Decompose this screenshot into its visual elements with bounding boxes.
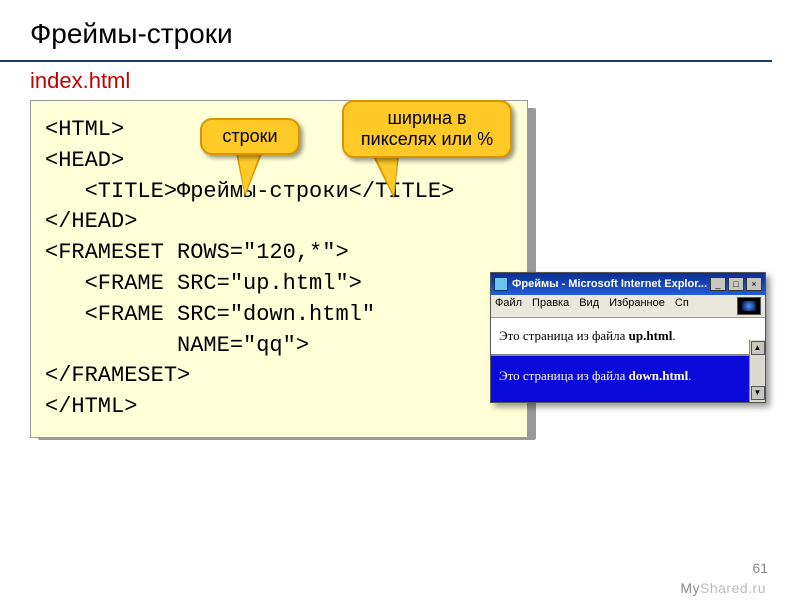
watermark: MyShared.ru [680, 580, 766, 596]
frame-bottom-filename: down.html [629, 368, 689, 383]
code-line: </HTML> [45, 394, 137, 419]
frame-bottom: Это страница из файла down.html. [491, 356, 749, 402]
code-line: </FRAMESET> [45, 363, 190, 388]
callout-tail [233, 149, 261, 195]
throbber-icon [737, 297, 761, 315]
browser-menubar: Файл Правка Вид Избранное Сп [491, 295, 765, 318]
code-line: <FRAME SRC="down.html" [45, 302, 375, 327]
menu-edit[interactable]: Правка [532, 297, 569, 315]
menu-view[interactable]: Вид [579, 297, 599, 315]
filename-label: index.html [0, 68, 800, 94]
code-line: <FRAMESET ROWS="120,*"> [45, 240, 349, 265]
frame-top-text: Это страница из файла [499, 328, 629, 343]
frame-bottom-text: Это страница из файла [499, 368, 629, 383]
callout-rows: строки [200, 118, 300, 155]
menu-more[interactable]: Сп [675, 297, 689, 315]
ie-icon [494, 277, 508, 291]
code-line: <HEAD> [45, 148, 124, 173]
minimize-button[interactable]: _ [710, 277, 726, 291]
code-line: <HTML> [45, 117, 124, 142]
scroll-up-button[interactable]: ▲ [751, 341, 765, 355]
frame-top: Это страница из файла up.html. [491, 318, 749, 356]
slide-title: Фреймы-строки [0, 0, 772, 62]
maximize-button[interactable]: □ [728, 277, 744, 291]
menu-file[interactable]: Файл [495, 297, 522, 315]
scrollbar[interactable]: ▲ ▼ [749, 340, 765, 402]
close-button[interactable]: × [746, 277, 762, 291]
browser-mock: Фреймы - Microsoft Internet Explor... _ … [490, 272, 766, 403]
page-number: 61 [752, 560, 768, 576]
menu-favorites[interactable]: Избранное [609, 297, 665, 315]
browser-titlebar: Фреймы - Microsoft Internet Explor... _ … [491, 273, 765, 295]
code-line: NAME="qq"> [45, 333, 309, 358]
code-line: <FRAME SRC="up.html"> [45, 271, 362, 296]
browser-title: Фреймы - Microsoft Internet Explor... [512, 278, 708, 290]
frame-top-filename: up.html [629, 328, 673, 343]
code-line: </HEAD> [45, 209, 137, 234]
callout-width: ширина в пикселях или % [342, 100, 512, 158]
scroll-down-button[interactable]: ▼ [751, 386, 765, 400]
